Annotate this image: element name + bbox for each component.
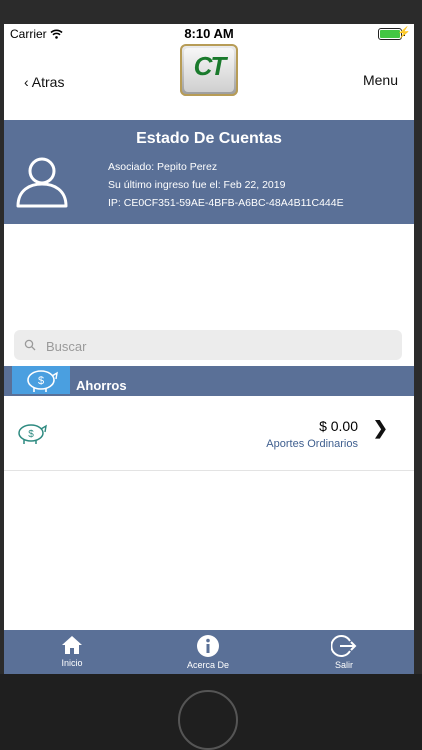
account-name: Aportes Ordinarios (266, 438, 358, 450)
ip-address: IP: CE0CF351-59AE-4BFB-A6BC-48A4B11C444E (108, 197, 344, 209)
device-home-button[interactable] (178, 690, 238, 750)
tab-acerca-de[interactable]: Acerca De (158, 630, 258, 674)
logout-icon (331, 635, 357, 657)
section-badge: $ (12, 366, 70, 394)
back-button[interactable]: ‹ Atras (24, 74, 64, 90)
status-bar: Carrier 8:10 AM ⚡ (4, 24, 414, 44)
logo-text: CT (193, 51, 227, 81)
tab-label: Inicio (61, 658, 83, 668)
navigation-bar: ‹ Atras CT Menu (4, 44, 414, 120)
associate-name: Asociado: Pepito Perez (108, 161, 218, 173)
app-screen: Carrier 8:10 AM ⚡ ‹ Atras CT Menu Estado… (4, 24, 414, 674)
svg-text:$: $ (28, 429, 34, 440)
home-icon (62, 636, 82, 654)
section-title: Ahorros (76, 378, 127, 393)
menu-button[interactable]: Menu (363, 72, 398, 88)
account-row[interactable]: $ $ 0.00 Aportes Ordinarios ❯ (4, 398, 414, 471)
charging-icon: ⚡ (397, 27, 411, 39)
piggy-bank-icon: $ (27, 370, 58, 392)
tab-inicio[interactable]: Inicio (22, 630, 122, 674)
device-top-bezel (0, 0, 422, 24)
last-login: Su último ingreso fue el: Feb 22, 2019 (108, 179, 286, 191)
account-balance: $ 0.00 (319, 418, 358, 434)
piggy-bank-icon: $ (18, 424, 47, 444)
tab-salir[interactable]: Salir (294, 630, 394, 674)
status-time: 8:10 AM (184, 26, 234, 41)
tab-bar: Inicio Acerca De Salir (4, 630, 414, 674)
account-header: Estado De Cuentas Asociado: Pepito Perez… (4, 120, 414, 224)
chevron-right-icon: ❯ (372, 418, 388, 438)
section-header-savings: $ Ahorros (4, 366, 414, 396)
search-icon (24, 339, 36, 351)
svg-text:$: $ (38, 375, 44, 387)
search-bar[interactable] (14, 330, 402, 360)
device-bottom-bezel (0, 674, 422, 750)
app-logo: CT (180, 44, 238, 96)
page-title: Estado De Cuentas (136, 130, 282, 147)
search-input[interactable] (44, 335, 388, 357)
user-info: Asociado: Pepito Perez Su último ingreso… (108, 158, 344, 212)
info-icon (197, 635, 219, 657)
tab-label: Acerca De (186, 660, 230, 670)
chevron-left-icon: ‹ (24, 74, 29, 90)
tab-label: Salir (334, 660, 353, 670)
user-avatar-icon (16, 157, 68, 208)
